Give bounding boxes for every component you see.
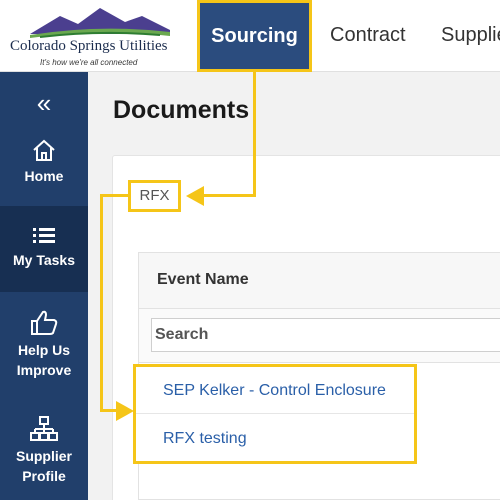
sidebar-item-help-us-improve[interactable]: Help Us Improve (0, 308, 88, 388)
column-header-event-name[interactable]: Event Name (139, 253, 500, 309)
sidebar-item-label: Help Us Improve (16, 342, 72, 378)
thumbs-up-icon (31, 310, 58, 335)
annotation-line (253, 72, 256, 196)
search-row (139, 309, 500, 363)
sidebar-item-home[interactable]: Home (0, 138, 88, 208)
tab-supplier[interactable]: Supplie (441, 0, 500, 72)
annotation-arrow-icon (116, 401, 134, 421)
page-title: Documents (113, 96, 250, 124)
sidebar-item-label: My Tasks (13, 252, 75, 268)
annotation-line (100, 194, 103, 412)
sidebar-item-label: Home (24, 168, 64, 184)
tab-contract[interactable]: Contract (330, 0, 406, 72)
logo-name: Colorado Springs Utilities (10, 38, 168, 54)
logo-tagline: It's how we're all connected (40, 58, 138, 67)
tab-sourcing[interactable]: Sourcing (197, 0, 312, 72)
annotation-line (200, 194, 256, 197)
sidebar-item-my-tasks[interactable]: My Tasks (0, 206, 88, 292)
company-logo[interactable]: Colorado Springs Utilities It's how we'r… (8, 4, 186, 68)
mountain-logo-icon (30, 8, 170, 38)
breadcrumb[interactable]: RFX (128, 180, 181, 212)
table-row[interactable]: SEP Kelker - Control Enclosure (136, 367, 414, 414)
home-icon (33, 139, 55, 161)
search-input[interactable] (151, 318, 500, 352)
sidebar-item-supplier-profile[interactable]: Supplier Profile (0, 416, 88, 500)
annotation-arrow-icon (186, 186, 204, 206)
top-header: Colorado Springs Utilities It's how we'r… (0, 0, 500, 72)
sidebar-item-label: Supplier Profile (15, 448, 72, 484)
list-icon (33, 228, 55, 243)
sitemap-icon (30, 416, 58, 441)
annotation-line (100, 194, 128, 197)
event-rows: SEP Kelker - Control Enclosure RFX testi… (133, 364, 417, 464)
table-row[interactable]: RFX testing (136, 415, 414, 462)
collapse-sidebar-icon[interactable]: « (0, 90, 88, 116)
sidebar: « Home My Tasks Help Us Improve Supplier… (0, 72, 88, 500)
